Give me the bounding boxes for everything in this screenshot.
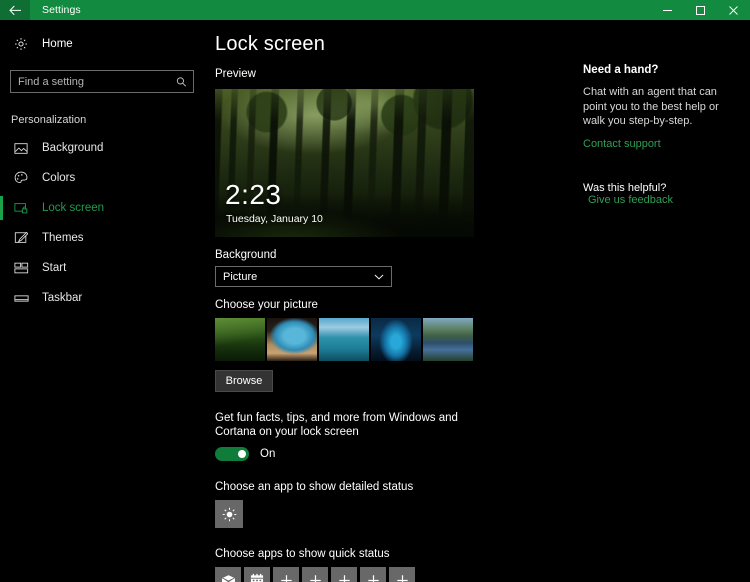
fun-facts-toggle[interactable] (215, 447, 249, 461)
minimize-icon (663, 9, 672, 11)
picture-thumbnail-beach-cave[interactable] (267, 318, 317, 361)
title-bar: Settings (0, 0, 750, 20)
sidebar-item-themes[interactable]: Themes (0, 223, 204, 253)
picture-thumbnail-mountain-lake[interactable] (423, 318, 473, 361)
minimize-button[interactable] (651, 0, 684, 20)
lock-screen-icon (14, 202, 36, 215)
help-panel: Need a hand? Chat with an agent that can… (575, 20, 750, 582)
calendar-icon (250, 573, 264, 582)
sidebar-item-lock-screen[interactable]: Lock screen (0, 193, 204, 223)
quick-status-app-add-2[interactable] (302, 567, 328, 582)
search-icon (176, 76, 187, 87)
sidebar-section-title: Personalization (11, 114, 87, 126)
detailed-status-app-weather[interactable] (215, 500, 243, 528)
sidebar-item-label: Lock screen (42, 202, 105, 214)
quick-status-app-mail[interactable] (215, 567, 241, 582)
sidebar-item-label: Background (42, 142, 104, 154)
sidebar-item-taskbar[interactable]: Taskbar (0, 283, 204, 313)
sidebar-item-label: Themes (42, 232, 84, 244)
search-box[interactable] (10, 70, 194, 93)
preview-date: Tuesday, January 10 (226, 213, 323, 225)
sidebar-home-label: Home (42, 38, 73, 50)
quick-status-app-calendar[interactable] (244, 567, 270, 582)
sidebar-nav: Background Colors Lock screen Themes Sta… (0, 133, 204, 313)
selection-accent-bar (0, 196, 3, 220)
sidebar-item-background[interactable]: Background (0, 133, 204, 163)
picture-icon (14, 142, 36, 155)
chevron-down-icon (374, 273, 384, 280)
preview-heading: Preview (215, 68, 256, 80)
sidebar: Home Personalization (0, 20, 204, 582)
lock-screen-preview: 2:23 Tuesday, January 10 (215, 89, 474, 237)
window-title: Settings (42, 4, 81, 16)
arrow-left-icon (8, 5, 21, 15)
fun-facts-description: Get fun facts, tips, and more from Windo… (215, 412, 458, 438)
background-dropdown[interactable]: Picture (215, 266, 392, 287)
picture-thumbnail-ice-cave[interactable] (371, 318, 421, 361)
detailed-status-app-list (215, 500, 564, 528)
sidebar-item-label: Start (42, 262, 67, 274)
give-feedback-link[interactable]: Give us feedback (588, 194, 673, 206)
close-button[interactable] (717, 0, 750, 20)
title-bar-drag-area[interactable] (81, 0, 651, 20)
mail-icon (220, 574, 236, 582)
background-label: Background (215, 249, 277, 261)
preview-clock: 2:23 (225, 179, 282, 210)
choose-picture-label: Choose your picture (215, 299, 318, 311)
quick-status-app-add-5[interactable] (389, 567, 415, 582)
picture-thumbnail-list (215, 318, 475, 361)
feedback-row: Was this helpful?Give us feedback (583, 182, 750, 206)
sidebar-item-label: Taskbar (42, 292, 83, 304)
sidebar-item-start[interactable]: Start (0, 253, 204, 283)
help-heading: Need a hand? (583, 64, 659, 76)
quick-status-app-list (215, 567, 564, 582)
main-content: Lock screen Preview 2:23 Tuesday, Januar… (204, 20, 564, 582)
plus-icon (338, 574, 350, 582)
plus-icon (396, 574, 408, 582)
plus-icon (280, 574, 292, 582)
quick-status-app-add-4[interactable] (360, 567, 386, 582)
toggle-knob (238, 450, 246, 458)
picture-thumbnail-forest[interactable] (215, 318, 265, 361)
fun-facts-toggle-state: On (260, 448, 276, 460)
background-dropdown-value: Picture (223, 270, 258, 283)
quick-status-app-add-1[interactable] (273, 567, 299, 582)
sidebar-item-label: Colors (42, 172, 76, 184)
gear-icon (14, 37, 36, 51)
detailed-status-label: Choose an app to show detailed status (215, 481, 414, 493)
palette-icon (14, 171, 36, 185)
close-icon (729, 5, 738, 15)
contact-support-link[interactable]: Contact support (583, 138, 661, 150)
help-body: Chat with an agent that can point you to… (583, 86, 719, 127)
fun-facts-toggle-row: On (215, 447, 564, 461)
sidebar-item-home[interactable]: Home (0, 29, 204, 59)
helpful-question: Was this helpful? (583, 181, 667, 194)
settings-window: Settings Home Find a setting Personaliza… (0, 0, 750, 582)
paintbrush-icon (14, 231, 36, 245)
plus-icon (309, 574, 321, 582)
taskbar-icon (14, 293, 36, 304)
back-button[interactable] (0, 0, 30, 20)
search-input[interactable] (11, 72, 193, 91)
quick-status-app-add-3[interactable] (331, 567, 357, 582)
sidebar-item-colors[interactable]: Colors (0, 163, 204, 193)
maximize-icon (696, 5, 705, 15)
quick-status-label: Choose apps to show quick status (215, 548, 390, 560)
picture-thumbnail-lake-structure[interactable] (319, 318, 369, 361)
weather-sun-icon (222, 507, 236, 521)
browse-button[interactable]: Browse (215, 370, 273, 392)
page-title: Lock screen (215, 33, 326, 55)
maximize-button[interactable] (684, 0, 717, 20)
start-tiles-icon (14, 262, 36, 274)
plus-icon (367, 574, 379, 582)
